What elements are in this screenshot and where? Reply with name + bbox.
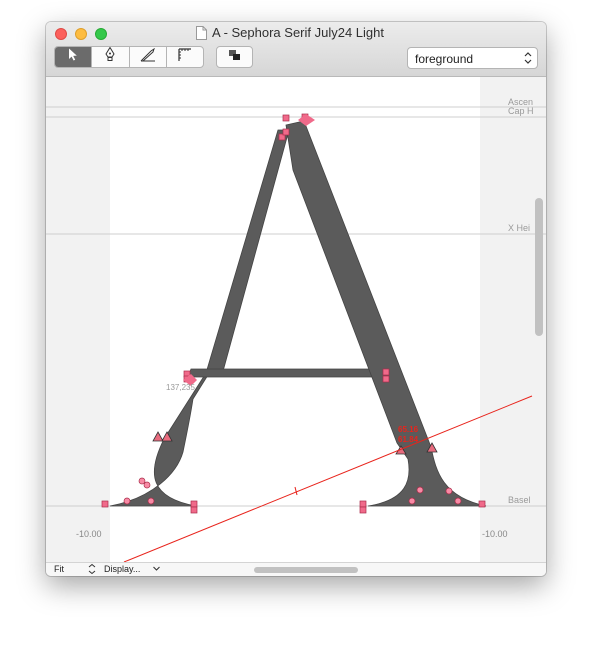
baseline-label: Basel [508, 495, 531, 505]
measure-icon [178, 47, 192, 67]
measure-value-1: 65.16 [398, 425, 419, 434]
x-height-label: X Hei [508, 223, 531, 233]
title-bar: A - Sephora Serif July24 Light foregroun… [46, 22, 546, 77]
zoom-updown-icon [88, 563, 96, 576]
tool-group [54, 46, 204, 68]
zoom-button[interactable] [95, 28, 107, 40]
vertical-scrollbar-thumb[interactable] [535, 198, 543, 336]
pointer-icon [68, 48, 78, 66]
display-value: Display... [104, 564, 141, 574]
pen-icon [104, 47, 116, 67]
measure-tool-button[interactable] [167, 47, 203, 67]
measure-value-2: 61.84 [398, 435, 419, 444]
zoom-value: Fit [54, 564, 64, 574]
document-icon [196, 26, 207, 45]
chevron-down-icon [152, 564, 161, 575]
glyph-view[interactable] [46, 77, 546, 562]
window-title: A - Sephora Serif July24 Light [212, 25, 384, 40]
glyph-canvas[interactable]: Ascen Cap H X Hei Basel -10.00 -10.00 13… [46, 77, 546, 562]
cap-height-label: Cap H [508, 106, 534, 116]
layer-select[interactable]: foreground [407, 47, 538, 69]
display-select[interactable]: Display... [104, 564, 140, 574]
knife-tool-button[interactable] [130, 47, 167, 67]
pointer-tool-button[interactable] [55, 47, 93, 67]
minimize-button[interactable] [75, 28, 87, 40]
pen-tool-button[interactable] [92, 47, 130, 67]
layer-select-value: foreground [415, 52, 474, 66]
close-button[interactable] [55, 28, 67, 40]
crossbar [187, 368, 392, 378]
updown-chevron-icon [524, 51, 532, 68]
left-sidebearing-value: -10.00 [76, 529, 102, 539]
horizontal-scrollbar-thumb[interactable] [254, 567, 358, 573]
layers-button[interactable] [216, 46, 253, 68]
zoom-select[interactable]: Fit [54, 564, 64, 574]
right-sidebearing-value: -10.00 [482, 529, 508, 539]
knife-icon [140, 47, 156, 67]
glyph-window: A - Sephora Serif July24 Light foregroun… [46, 22, 546, 576]
layers-icon [228, 48, 242, 66]
crossbar-coordinates: 137,235 [166, 383, 195, 392]
